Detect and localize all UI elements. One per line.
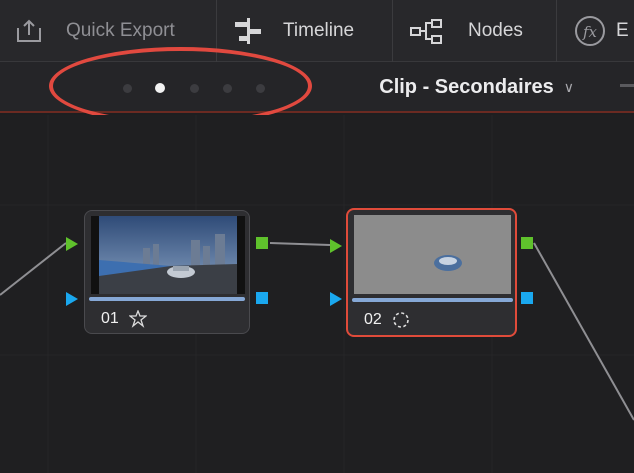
effects-label-partial: E xyxy=(616,20,629,41)
node-thumbnail-01 xyxy=(91,216,245,294)
chevron-down-icon: ∨ xyxy=(563,79,574,95)
corrector-node-02[interactable]: 02 xyxy=(346,208,517,337)
fx-icon: fx xyxy=(575,16,605,46)
clip-title: Clip - Secondaires xyxy=(379,76,554,98)
alpha-input-arrow-02[interactable] xyxy=(330,292,342,306)
rgb-input-arrow-02[interactable] xyxy=(330,239,342,253)
rgb-output-port-02[interactable] xyxy=(521,237,533,249)
node-label-02: 02 xyxy=(364,311,410,329)
node-number-02: 02 xyxy=(364,311,382,328)
input-link xyxy=(0,242,67,296)
dashed-circle-icon xyxy=(392,312,409,328)
clip-mode-selector[interactable]: Clip - Secondaires ∨ xyxy=(379,62,574,113)
panel-edge-marker xyxy=(620,84,634,87)
node-progress-bar xyxy=(352,298,513,302)
node-number-01: 01 xyxy=(101,310,119,327)
nodes-button[interactable]: Nodes xyxy=(408,0,523,62)
export-icon xyxy=(17,19,41,42)
node-link xyxy=(269,242,331,246)
alpha-output-port-01[interactable] xyxy=(256,292,268,304)
node-label-01: 01 xyxy=(101,310,147,328)
corrector-node-01[interactable]: 01 xyxy=(84,210,250,334)
toolbar-separator xyxy=(392,0,393,62)
nodes-icon xyxy=(410,19,442,44)
effects-button[interactable]: fx E xyxy=(572,0,629,62)
star-hexagon-icon xyxy=(128,310,147,328)
highlight-annotation-ellipse xyxy=(49,47,312,125)
top-toolbar: Quick Export Timeline Nodes fx E xyxy=(0,0,634,62)
quick-export-label: Quick Export xyxy=(66,20,175,41)
alpha-input-arrow-01[interactable] xyxy=(66,292,78,306)
alpha-output-port-02[interactable] xyxy=(521,292,533,304)
node-progress-bar xyxy=(89,297,245,301)
nodes-label: Nodes xyxy=(468,20,523,41)
rgb-output-port-01[interactable] xyxy=(256,237,268,249)
timeline-icon xyxy=(235,18,261,44)
output-link xyxy=(533,242,634,421)
node-thumbnail-02 xyxy=(354,215,511,294)
rgb-input-arrow-01[interactable] xyxy=(66,237,78,251)
toolbar-separator xyxy=(556,0,557,62)
timeline-label: Timeline xyxy=(283,20,355,41)
svg-text:fx: fx xyxy=(582,23,598,41)
